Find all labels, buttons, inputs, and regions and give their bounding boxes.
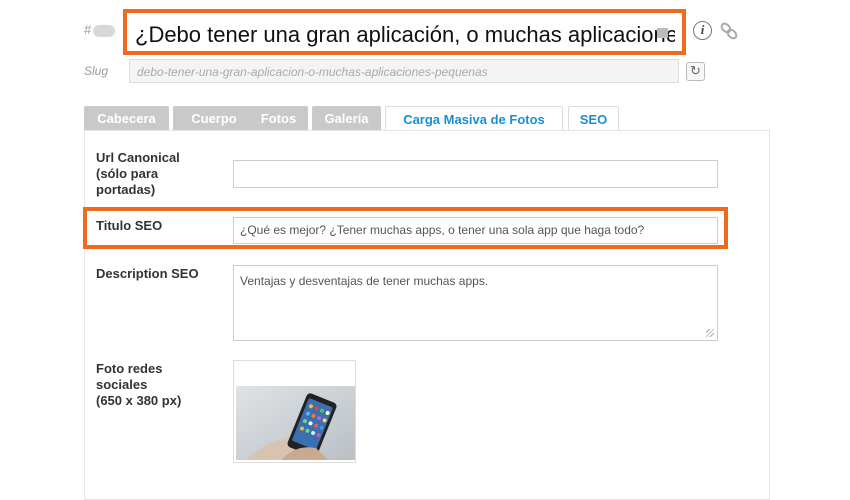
tab-carga-masiva[interactable]: Carga Masiva de Fotos (385, 106, 563, 131)
social-photo-label-line: (650 x 380 px) (96, 393, 182, 408)
blurred-id (93, 24, 116, 37)
social-photo-label: Foto redes sociales (650 x 380 px) (96, 361, 181, 409)
refresh-slug-button[interactable]: ↻ (686, 62, 705, 81)
social-photo-label-line: sociales (96, 377, 148, 392)
tab-fotos[interactable]: Fotos (249, 106, 308, 131)
canonical-label-line: Url Canonical (96, 150, 180, 165)
tab-galeria[interactable]: Galería (312, 106, 381, 131)
tab-cuerpo[interactable]: Cuerpo (173, 106, 255, 131)
seo-description-label: Description SEO (96, 266, 199, 281)
social-photo-frame[interactable] (233, 360, 356, 463)
title-field-highlight: ¿Debo tener una gran aplicación, o mucha… (123, 9, 686, 55)
resize-grip-icon[interactable] (706, 329, 714, 337)
canonical-label-line: (sólo para (96, 166, 159, 181)
canonical-label-line: portadas) (96, 182, 156, 197)
calendar-icon[interactable] (657, 28, 668, 38)
hash-symbol: # (84, 22, 92, 37)
seo-title-highlight (83, 207, 728, 249)
link-icon[interactable] (718, 20, 740, 42)
social-photo-label-line: Foto redes (96, 361, 163, 376)
title-input[interactable]: ¿Debo tener una gran aplicación, o mucha… (135, 13, 675, 51)
social-photo-image (236, 386, 355, 460)
slug-label: Slug (84, 64, 109, 78)
slug-input[interactable]: debo-tener-una-gran-aplicacion-o-muchas-… (129, 59, 679, 83)
tab-cabecera[interactable]: Cabecera (84, 106, 169, 131)
seo-description-textarea[interactable]: Ventajas y desventajas de tener muchas a… (233, 265, 718, 341)
seo-description-text: Ventajas y desventajas de tener muchas a… (240, 274, 489, 288)
hash-marker: # (84, 22, 116, 37)
refresh-icon: ↻ (690, 63, 701, 78)
canonical-label: Url Canonical (sólo para portadas) (96, 150, 180, 198)
tab-seo[interactable]: SEO (568, 106, 619, 131)
info-icon[interactable]: i (693, 21, 712, 40)
canonical-url-input[interactable] (233, 160, 718, 188)
